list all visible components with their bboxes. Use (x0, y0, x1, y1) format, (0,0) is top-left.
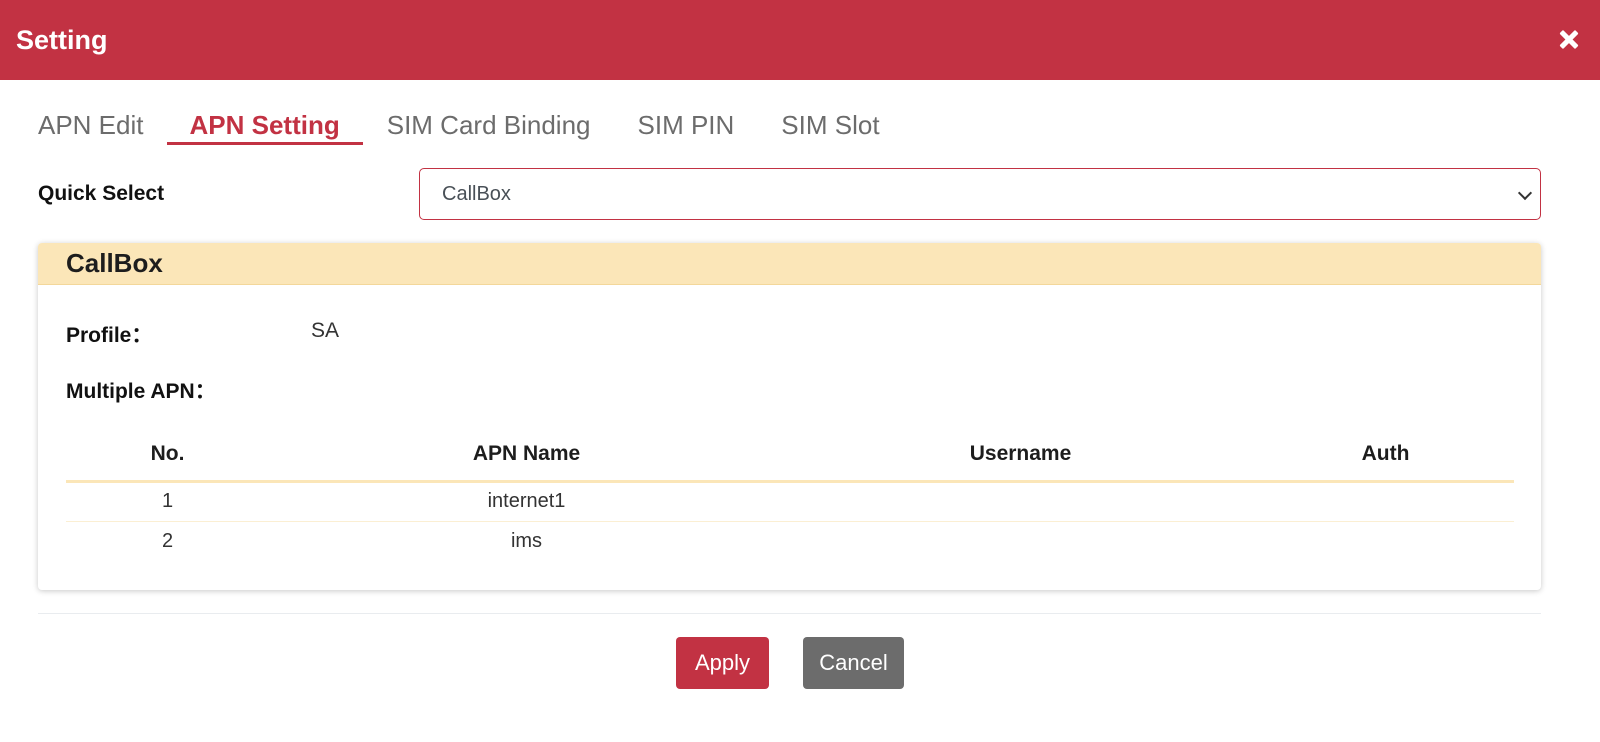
cell-username (784, 521, 1257, 561)
cell-apn-name: ims (510, 529, 543, 552)
quick-select-value: CallBox (442, 182, 511, 205)
multiple-apn-row: Multiple APN： (66, 375, 216, 405)
quick-select-label: Quick Select (38, 182, 165, 205)
cancel-button[interactable]: Cancel (803, 637, 904, 689)
quick-select-dropdown[interactable]: CallBox (419, 168, 1541, 220)
tab-sim-card-binding[interactable]: SIM Card Binding (387, 100, 591, 148)
quick-select-row: Quick Select CallBox (38, 168, 1541, 220)
tab-bar: APN Edit APN Setting SIM Card Binding SI… (38, 100, 927, 148)
cell-apn-name: internet1 (269, 481, 784, 522)
tab-sim-pin[interactable]: SIM PIN (638, 100, 735, 148)
header-no: No. (66, 429, 269, 483)
multiple-apn-label: Multiple APN： (66, 380, 216, 403)
tab-apn-edit[interactable]: APN Edit (38, 100, 144, 148)
tab-apn-setting[interactable]: APN Setting (166, 100, 364, 148)
apply-button[interactable]: Apply (676, 637, 769, 689)
cell-no: 1 (66, 481, 269, 522)
cell-auth (1257, 481, 1514, 522)
apn-table: No. APN Name Username Auth 1 internet1 2… (66, 429, 1514, 561)
profile-value: SA (311, 319, 340, 342)
close-icon[interactable] (1556, 27, 1582, 53)
apn-profile-card: CallBox Profile： SA Multiple APN： No. AP… (38, 243, 1541, 590)
table-row: 1 internet1 (66, 481, 1514, 522)
card-title: CallBox (38, 243, 1541, 285)
setting-dialog: Setting APN Edit APN Setting SIM Card Bi… (0, 0, 1600, 742)
header-username: Username (784, 429, 1257, 483)
cell-username (784, 481, 1257, 522)
footer-divider (38, 613, 1541, 614)
cell-auth (1257, 521, 1514, 561)
table-header-row: No. APN Name Username Auth (66, 429, 1514, 483)
dialog-header: Setting (0, 0, 1600, 80)
header-apn-name: APN Name (269, 429, 784, 483)
table-row: 2 ims (66, 521, 1514, 561)
cell-no: 2 (161, 529, 174, 552)
header-auth: Auth (1257, 429, 1514, 483)
tab-sim-slot[interactable]: SIM Slot (781, 100, 879, 148)
dialog-title: Setting (16, 24, 108, 55)
profile-label: Profile： (66, 324, 153, 347)
chevron-down-icon (1517, 185, 1533, 201)
profile-row: Profile： SA (66, 319, 339, 349)
